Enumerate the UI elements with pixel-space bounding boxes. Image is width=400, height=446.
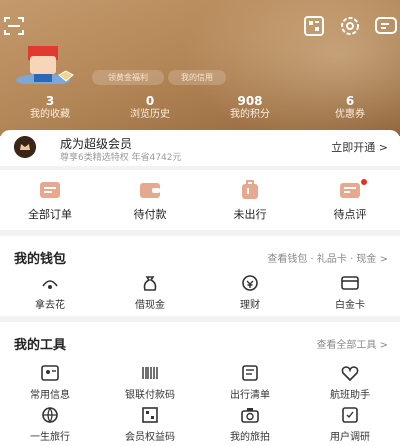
view-wallet-link[interactable]: 查看钱包 · 礼品卡 · 现金 > [267, 250, 388, 265]
barcode-icon [142, 367, 158, 379]
tool-lifetime-travel[interactable]: 一生旅行 [0, 404, 100, 444]
tool-label: 常用信息 [30, 390, 70, 401]
stat-points[interactable]: 908 我的积分 [200, 94, 300, 124]
coin-icon [242, 275, 258, 291]
order-label: 未出行 [233, 208, 267, 221]
tool-label: 我的旅拍 [230, 432, 270, 443]
checklist-icon [242, 365, 258, 381]
globe-icon [42, 407, 58, 424]
stat-coupons[interactable]: 6 优惠券 [300, 94, 400, 124]
order-pending-review[interactable]: 待点评 [300, 170, 400, 230]
wallet-label: 拿去花 [35, 300, 65, 311]
stat-label: 浏览历史 [130, 109, 170, 120]
tool-flight-assistant[interactable]: 航班助手 [300, 362, 400, 402]
tools-grid-row2: 一生旅行 会员权益码 我的旅拍 用户调研 [0, 404, 400, 444]
tool-label: 会员权益码 [125, 432, 175, 443]
credit-card-icon [341, 276, 359, 290]
wallet-item-finance[interactable]: 理财 [200, 272, 300, 312]
wallet-icon [140, 183, 160, 198]
money-bag-icon [143, 276, 157, 291]
wallet-label: 借现金 [135, 300, 165, 311]
all-orders-icon [40, 182, 60, 198]
tool-travel-checklist[interactable]: 出行清单 [200, 362, 300, 402]
gold-benefit-pill[interactable]: 领黄金福利 [92, 70, 164, 85]
message-icon[interactable] [374, 14, 398, 38]
tool-label: 用户调研 [330, 432, 370, 443]
tool-label: 银联付款码 [125, 390, 175, 401]
profile-header: 领黄金福利 我的信用 3 我的收藏 0 浏览历史 908 我的积分 6 优惠券 [0, 0, 400, 136]
wallet-item-loan[interactable]: 借现金 [100, 272, 200, 312]
stat-value: 908 [237, 94, 263, 108]
settings-icon[interactable] [338, 14, 362, 38]
stat-value: 6 [345, 94, 355, 108]
stat-label: 优惠券 [335, 109, 365, 120]
orders-row: 全部订单 待付款 未出行 待点评 [0, 170, 400, 230]
tool-label: 航班助手 [330, 390, 370, 401]
wallet-item-nahuahua[interactable]: 拿去花 [0, 272, 100, 312]
tool-label: 一生旅行 [30, 432, 70, 443]
open-member-button[interactable]: 立即开通 > [331, 139, 388, 155]
order-label: 待点评 [333, 208, 367, 221]
tools-title: 我的工具 [14, 338, 67, 353]
tool-label: 出行清单 [230, 390, 270, 401]
tool-member-code[interactable]: 会员权益码 [100, 404, 200, 444]
wallet-item-platinum-card[interactable]: 白金卡 [300, 272, 400, 312]
my-credit-pill[interactable]: 我的信用 [168, 70, 226, 85]
view-all-tools-link[interactable]: 查看全部工具 > [316, 336, 388, 351]
wallet-title: 我的钱包 [14, 252, 67, 267]
camera-icon [241, 408, 259, 423]
order-label: 全部订单 [28, 208, 72, 221]
tool-unionpay-code[interactable]: 银联付款码 [100, 362, 200, 402]
wallet-label: 白金卡 [335, 300, 365, 311]
order-label: 待付款 [133, 208, 167, 221]
stat-label: 我的收藏 [30, 109, 70, 120]
luggage-icon [242, 180, 258, 199]
scan-icon[interactable] [2, 14, 26, 38]
profile-card-icon [41, 365, 59, 381]
wallet-label: 理财 [240, 300, 260, 311]
order-pending-payment[interactable]: 待付款 [100, 170, 200, 230]
stat-value: 0 [145, 94, 155, 108]
member-crown-icon [14, 136, 36, 158]
tool-travel-photo[interactable]: 我的旅拍 [200, 404, 300, 444]
stat-history[interactable]: 0 浏览历史 [100, 94, 200, 124]
wallet-card: 我的钱包 查看钱包 · 礼品卡 · 现金 > 拿去花 借现金 理财 白金卡 [0, 236, 400, 316]
stat-favorites[interactable]: 3 我的收藏 [0, 94, 100, 124]
super-member-banner[interactable]: 成为超级会员 尊享6类精选特权 年省4742元 立即开通 > [0, 130, 400, 166]
member-subtitle: 尊享6类精选特权 年省4742元 [60, 153, 182, 163]
installment-icon [42, 280, 58, 289]
tool-common-info[interactable]: 常用信息 [0, 362, 100, 402]
stats-row: 3 我的收藏 0 浏览历史 908 我的积分 6 优惠券 [0, 94, 400, 124]
qrcode-icon[interactable] [302, 14, 326, 38]
order-upcoming-trip[interactable]: 未出行 [200, 170, 300, 230]
notification-dot [361, 179, 367, 185]
review-icon [340, 183, 360, 198]
tools-card: 我的工具 查看全部工具 > 常用信息 银联付款码 出行清单 航班助手 一生旅行 … [0, 322, 400, 446]
qrcode-icon [142, 407, 158, 423]
tools-grid-row1: 常用信息 银联付款码 出行清单 航班助手 [0, 362, 400, 402]
order-all[interactable]: 全部订单 [0, 170, 100, 230]
vip-badge-icon [58, 70, 74, 82]
survey-icon [342, 407, 358, 423]
tool-user-survey[interactable]: 用户调研 [300, 404, 400, 444]
stat-value: 3 [45, 94, 55, 108]
wallet-grid: 拿去花 借现金 理财 白金卡 [0, 272, 400, 312]
airplane-heart-icon [341, 366, 359, 382]
stat-label: 我的积分 [230, 109, 270, 120]
